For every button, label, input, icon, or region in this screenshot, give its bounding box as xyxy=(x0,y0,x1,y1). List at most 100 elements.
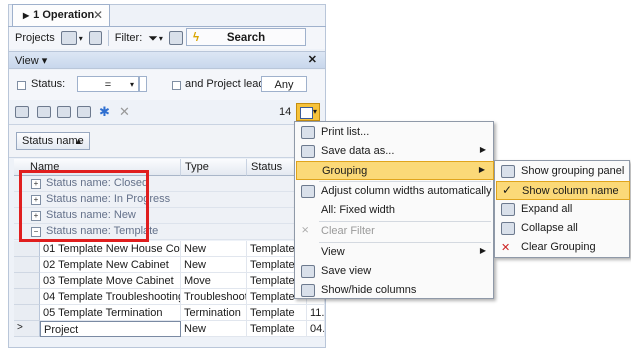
projects-label: Projects xyxy=(15,32,55,44)
tab-close-icon[interactable]: ✕ xyxy=(93,8,103,22)
filter-label: Filter: xyxy=(114,32,143,44)
submenu-arrow-icon: ▶ xyxy=(478,165,485,174)
grid-options-button[interactable]: ▾ xyxy=(296,103,320,121)
submenu-item-show-column-name[interactable]: ✓ Show column name xyxy=(496,181,630,200)
checkmark-icon: ✓ xyxy=(502,183,513,197)
cell-name[interactable]: 02 Template New Cabinet xyxy=(40,257,181,273)
menu-item-label: All: Fixed width xyxy=(321,204,395,216)
status-label: Status: xyxy=(31,78,66,90)
cell-name[interactable]: 01 Template New House Connection xyxy=(40,241,181,257)
funnel-icon: ⏷ xyxy=(148,30,158,45)
toolbar-separator xyxy=(107,30,109,46)
menu-item-label: View xyxy=(321,246,345,258)
print-icon[interactable] xyxy=(57,106,71,118)
table-icon[interactable] xyxy=(37,106,51,118)
menu-item-adjust-column-widths[interactable]: Adjust column widths automatically xyxy=(296,182,494,201)
submenu-item-collapse-all[interactable]: Collapse all xyxy=(496,219,630,238)
menu-item-fixed-width[interactable]: All: Fixed width xyxy=(296,201,494,220)
row-header-current[interactable]: > xyxy=(14,321,40,337)
filter-settings-icon xyxy=(168,31,183,45)
search-button[interactable]: ϟ Search xyxy=(186,28,306,46)
menu-item-label: Show/hide columns xyxy=(321,284,417,296)
print-dropdown-button[interactable]: ▾ xyxy=(60,31,83,45)
submenu-item-label: Collapse all xyxy=(521,222,578,234)
save-view-icon xyxy=(301,265,315,278)
collapse-all-icon xyxy=(501,222,515,235)
cell-type[interactable]: New xyxy=(181,257,247,273)
menu-item-label: Grouping xyxy=(322,165,368,177)
printer-icon xyxy=(301,126,315,139)
view-bar[interactable]: View ▾ ✕ xyxy=(9,51,325,69)
submenu-item-clear-grouping[interactable]: ✕ Clear Grouping xyxy=(496,238,630,257)
columns-icon xyxy=(301,284,315,297)
submenu-item-expand-all[interactable]: Expand all xyxy=(496,200,630,219)
row-header[interactable] xyxy=(14,289,40,305)
expand-all-icon xyxy=(501,203,515,216)
cell-type[interactable]: Move xyxy=(181,273,247,289)
submenu-item-label: Expand all xyxy=(521,203,573,215)
menu-item-label: Print list... xyxy=(321,126,370,138)
menu-item-print-list[interactable]: Print list... xyxy=(296,123,494,142)
status-checkbox[interactable] xyxy=(17,81,26,90)
submenu-item-label: Show grouping panel xyxy=(521,165,625,177)
search-label: Search xyxy=(226,32,266,44)
cell-name[interactable]: 03 Template Move Cabinet xyxy=(40,273,181,289)
cell-status[interactable]: Template xyxy=(247,305,307,321)
menu-item-show-hide-columns[interactable]: Show/hide columns xyxy=(296,281,494,300)
save-button[interactable] xyxy=(88,31,102,45)
filter-dropdown-button[interactable]: ⏷ ▾ xyxy=(148,31,163,46)
cell-type[interactable]: Termination xyxy=(181,305,247,321)
project-leader-select[interactable]: Any xyxy=(261,76,307,92)
project-leader-checkbox[interactable] xyxy=(172,81,181,90)
tab-title: 1 Operation xyxy=(33,9,95,21)
cell-extra[interactable]: 04. xyxy=(307,321,325,337)
grid-icon-bar: ✱ ✕ 14 xyxy=(9,101,325,123)
copy-icon[interactable] xyxy=(77,106,91,118)
context-menu: Print list... Save data as... ▶ Grouping… xyxy=(294,121,494,299)
cell-type[interactable]: New xyxy=(181,321,247,337)
status-operator-value: = xyxy=(104,79,112,91)
menu-item-view[interactable]: View ▶ xyxy=(296,243,494,262)
menu-item-save-view[interactable]: Save view xyxy=(296,262,494,281)
grid-icon xyxy=(300,107,313,119)
cell-name[interactable]: 05 Template Termination xyxy=(40,305,181,321)
asterisk-icon[interactable]: ✱ xyxy=(99,104,110,120)
clear-grouping-icon: ✕ xyxy=(501,242,511,254)
row-header[interactable] xyxy=(14,241,40,257)
record-count: 14 xyxy=(279,106,292,118)
view-menu-label[interactable]: View ▾ xyxy=(15,55,47,67)
row-header[interactable] xyxy=(14,273,40,289)
column-header-type[interactable]: Type xyxy=(181,159,247,176)
clear-filter-icon: ⨯ xyxy=(301,225,310,236)
status-operator-select[interactable]: = ▾ xyxy=(77,76,139,92)
tab-operation[interactable]: ▶ 1 Operation ✕ xyxy=(12,4,110,26)
menu-item-label: Save view xyxy=(321,265,372,277)
new-record-icon[interactable] xyxy=(15,106,29,118)
delete-icon[interactable]: ✕ xyxy=(119,104,130,120)
row-header[interactable] xyxy=(14,305,40,321)
cell-name[interactable]: Project xyxy=(40,321,181,337)
menu-item-clear-filter[interactable]: ⨯ Clear Filter xyxy=(296,222,494,241)
cell-extra[interactable]: 11. xyxy=(307,305,325,321)
group-tag-status-name[interactable]: Status name ▲ xyxy=(16,132,90,150)
cell-type[interactable]: New xyxy=(181,241,247,257)
filter-settings-button[interactable] xyxy=(168,31,183,45)
cell-type[interactable]: Troubleshooting xyxy=(181,289,247,305)
grouping-panel-icon xyxy=(501,165,515,178)
filter-row: Status: = ▾ and Project leader: Any xyxy=(9,70,325,100)
menu-item-save-data-as[interactable]: Save data as... ▶ xyxy=(296,142,494,161)
submenu-item-show-grouping-panel[interactable]: Show grouping panel xyxy=(496,162,630,181)
submenu-item-label: Clear Grouping xyxy=(521,241,596,253)
current-row-icon: > xyxy=(17,322,23,333)
status-value-field[interactable] xyxy=(139,76,147,92)
menu-item-label: Save data as... xyxy=(321,145,395,157)
cell-name[interactable]: 04 Template Troubleshooting xyxy=(40,289,181,305)
menu-item-label: Adjust column widths automatically xyxy=(321,185,492,197)
floppy-icon xyxy=(88,31,102,45)
view-close-icon[interactable]: ✕ xyxy=(308,53,317,66)
row-header[interactable] xyxy=(14,257,40,273)
menu-item-grouping[interactable]: Grouping ▶ xyxy=(296,161,494,180)
annotation-highlight-box xyxy=(19,170,149,242)
printer-icon xyxy=(60,31,77,45)
cell-status[interactable]: Template xyxy=(247,321,307,337)
